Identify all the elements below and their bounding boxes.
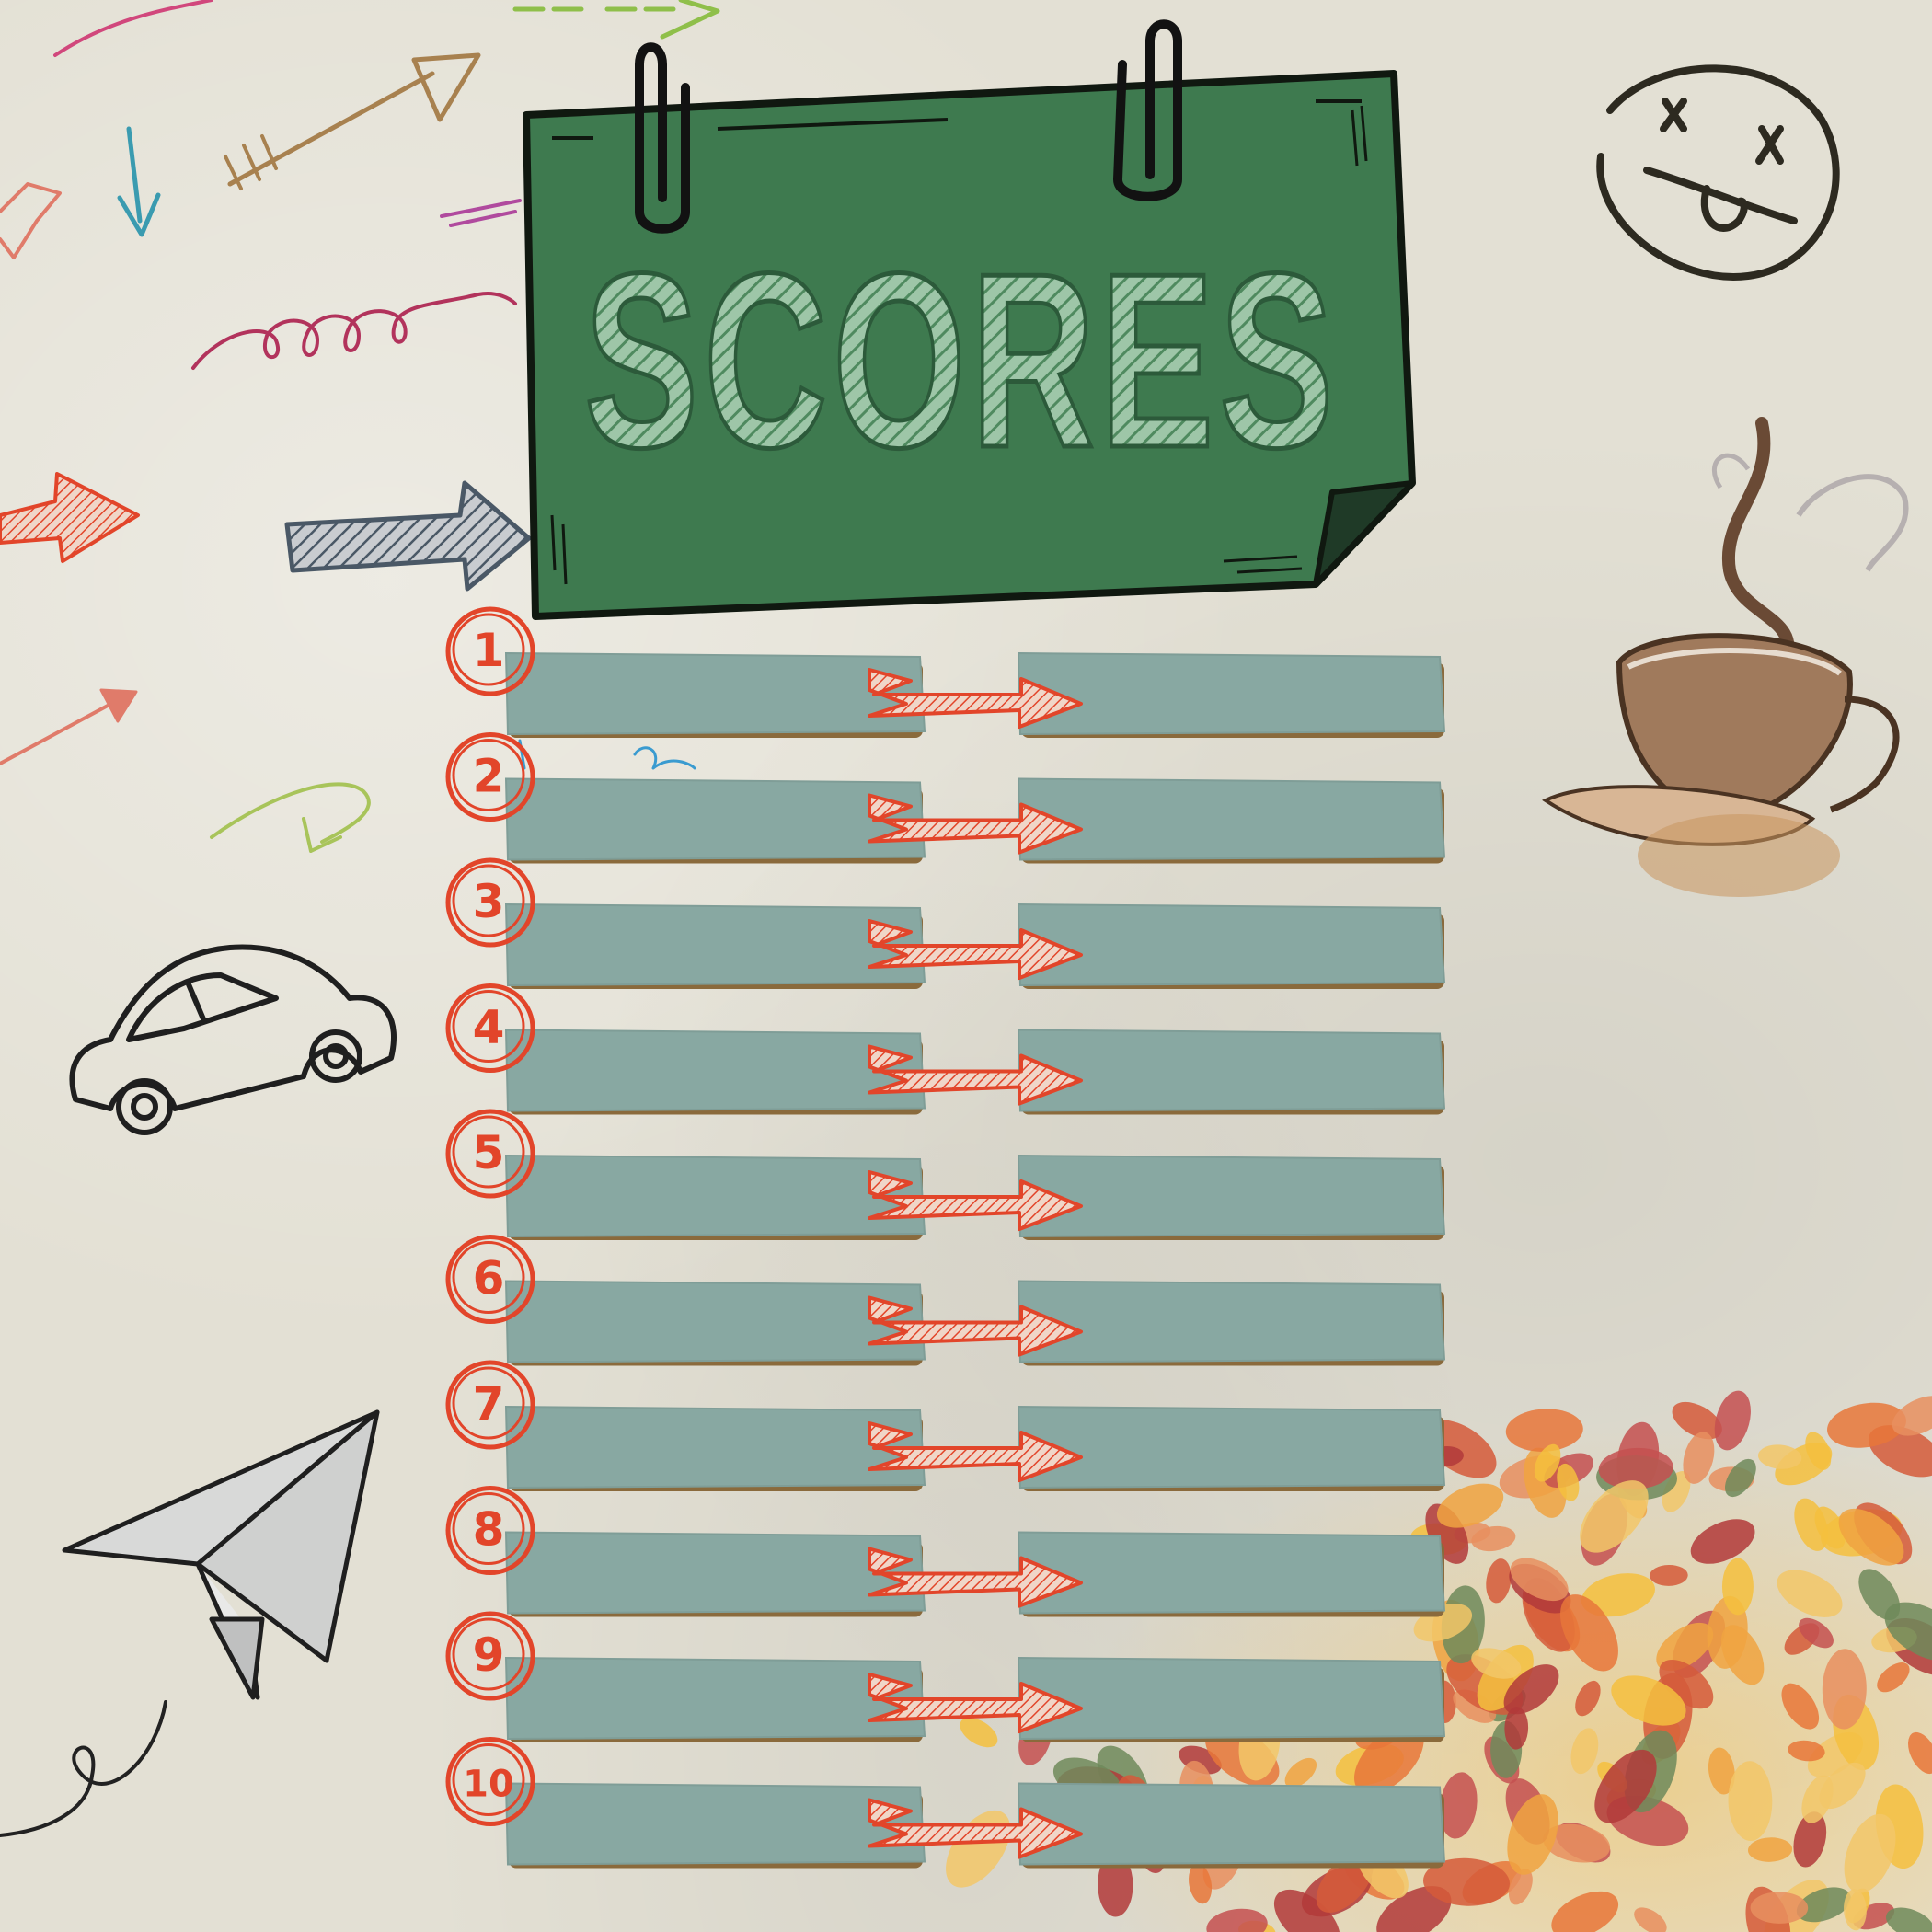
score-slot[interactable] [1017, 651, 1446, 736]
rank-label: 1 [473, 624, 505, 677]
name-slot[interactable] [504, 1029, 926, 1112]
name-slot[interactable] [504, 1531, 926, 1615]
score-row: 5 [445, 1109, 1446, 1240]
name-slot[interactable] [504, 903, 926, 987]
leaf [1721, 1558, 1754, 1616]
score-slot[interactable] [1017, 1782, 1446, 1866]
rank-label: 3 [473, 875, 505, 928]
rank-label: 5 [473, 1126, 505, 1179]
name-slot[interactable] [504, 1656, 926, 1741]
score-slot[interactable] [1017, 1531, 1446, 1615]
name-slot[interactable] [504, 1782, 926, 1866]
scores-title: SCORES [584, 223, 1339, 500]
rank-label: 7 [473, 1377, 505, 1431]
rank-label: 8 [473, 1503, 505, 1557]
dizzy-face-icon [1596, 64, 1840, 281]
score-slot[interactable] [1017, 1280, 1446, 1363]
coffee-cup-icon [1542, 417, 1909, 897]
name-slot[interactable] [504, 1280, 926, 1363]
rank-label: 2 [473, 750, 505, 803]
score-row: 4 [445, 983, 1446, 1115]
name-slot[interactable] [504, 651, 926, 736]
name-slot[interactable] [504, 1154, 926, 1238]
paper-plane-icon [62, 1409, 380, 1700]
score-row: 2 [445, 732, 1446, 864]
score-row: 1 [445, 606, 1446, 738]
score-slot[interactable] [1017, 1656, 1446, 1741]
score-slot[interactable] [1017, 1405, 1446, 1489]
score-slot[interactable] [1017, 1029, 1446, 1112]
rank-label: 6 [473, 1252, 505, 1305]
rank-label: 10 [463, 1764, 514, 1806]
score-row: 6 [445, 1235, 1446, 1366]
scoreboard-scene: SCORES 1 2 3 4 5 6 7 8 9 10 [0, 0, 1932, 1932]
car-icon [69, 944, 397, 1135]
score-rows: 1 2 3 4 5 6 7 8 9 10 [445, 606, 1446, 1869]
score-slot[interactable] [1017, 903, 1446, 987]
rank-label: 4 [473, 1001, 505, 1054]
name-slot[interactable] [504, 777, 926, 861]
name-slot[interactable] [504, 1405, 926, 1489]
score-slot[interactable] [1017, 1154, 1446, 1238]
rank-label: 9 [473, 1628, 505, 1682]
score-row: 3 [445, 857, 1446, 989]
score-slot[interactable] [1017, 777, 1446, 861]
